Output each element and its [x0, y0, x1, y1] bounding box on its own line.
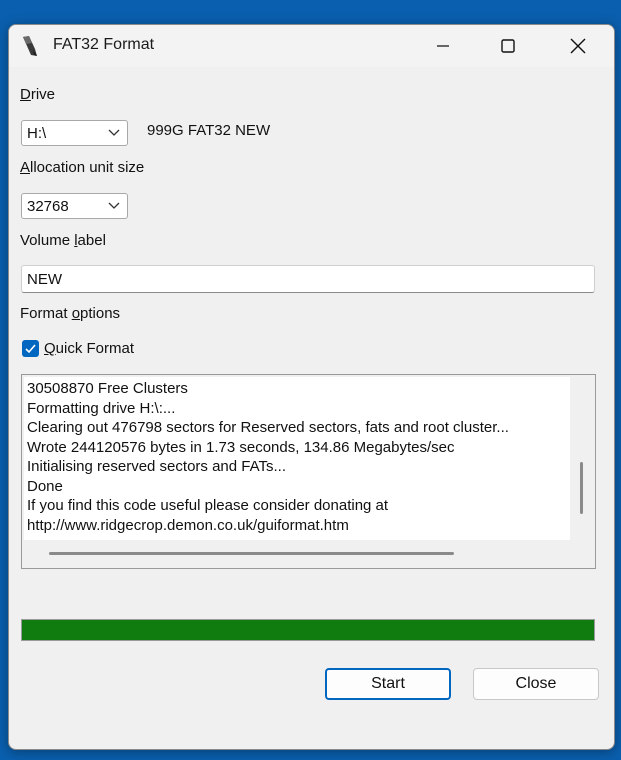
log-line: 30508870 Free Clusters [27, 380, 188, 397]
log-line: If you find this code useful please cons… [27, 497, 389, 514]
app-icon [23, 36, 37, 56]
progress-bar [21, 619, 595, 641]
allocation-select-value: 32768 [27, 198, 69, 215]
format-options-label: Format options [20, 305, 121, 322]
log-line: Clearing out 476798 sectors for Reserved… [27, 419, 509, 436]
window-title: FAT32 Format [53, 36, 155, 53]
log-frame: 30508870 Free Clusters Formatting drive H… [21, 374, 596, 569]
maximize-icon [501, 39, 515, 53]
horizontal-scrollbar[interactable] [49, 552, 454, 555]
progress-fill [22, 620, 594, 640]
close-icon [570, 38, 586, 54]
checkmark-icon [25, 344, 36, 354]
minimize-button[interactable] [420, 25, 466, 67]
start-button[interactable]: Start [325, 668, 451, 700]
minimize-icon [437, 45, 449, 47]
log-output[interactable]: 30508870 Free Clusters Formatting drive H… [24, 377, 570, 540]
chevron-down-icon [108, 129, 120, 136]
log-line: Formatting drive H:\:... [27, 399, 176, 417]
close-button[interactable]: Close [473, 668, 599, 700]
vertical-scrollbar[interactable] [580, 462, 583, 514]
quick-format-label[interactable]: Quick Format [44, 340, 134, 357]
quick-format-checkbox[interactable] [22, 340, 39, 357]
drive-select[interactable]: H:\ [21, 120, 128, 146]
log-line: Wrote 244120576 bytes in 1.73 seconds, 1… [27, 438, 455, 456]
allocation-select[interactable]: 32768 [21, 193, 128, 219]
maximize-button[interactable] [485, 25, 531, 67]
fat32-format-window: FAT32 Format Drive H:\ 999G FAT32 NEW Al… [8, 24, 615, 750]
log-line: Done [27, 477, 63, 495]
drive-select-value: H:\ [27, 125, 47, 142]
chevron-down-icon [108, 202, 120, 209]
title-bar[interactable]: FAT32 Format [9, 25, 614, 67]
drive-label: Drive [20, 86, 56, 103]
log-line: http://www.ridgecrop.demon.co.uk/guiform… [27, 516, 349, 534]
volume-label-input[interactable] [21, 265, 595, 293]
volume-label: Volume label [20, 232, 106, 249]
close-window-button[interactable] [555, 25, 601, 67]
drive-info: 999G FAT32 NEW [147, 122, 271, 139]
log-line: Initialising reserved sectors and FATs..… [27, 458, 286, 475]
allocation-label: Allocation unit size [20, 159, 145, 176]
